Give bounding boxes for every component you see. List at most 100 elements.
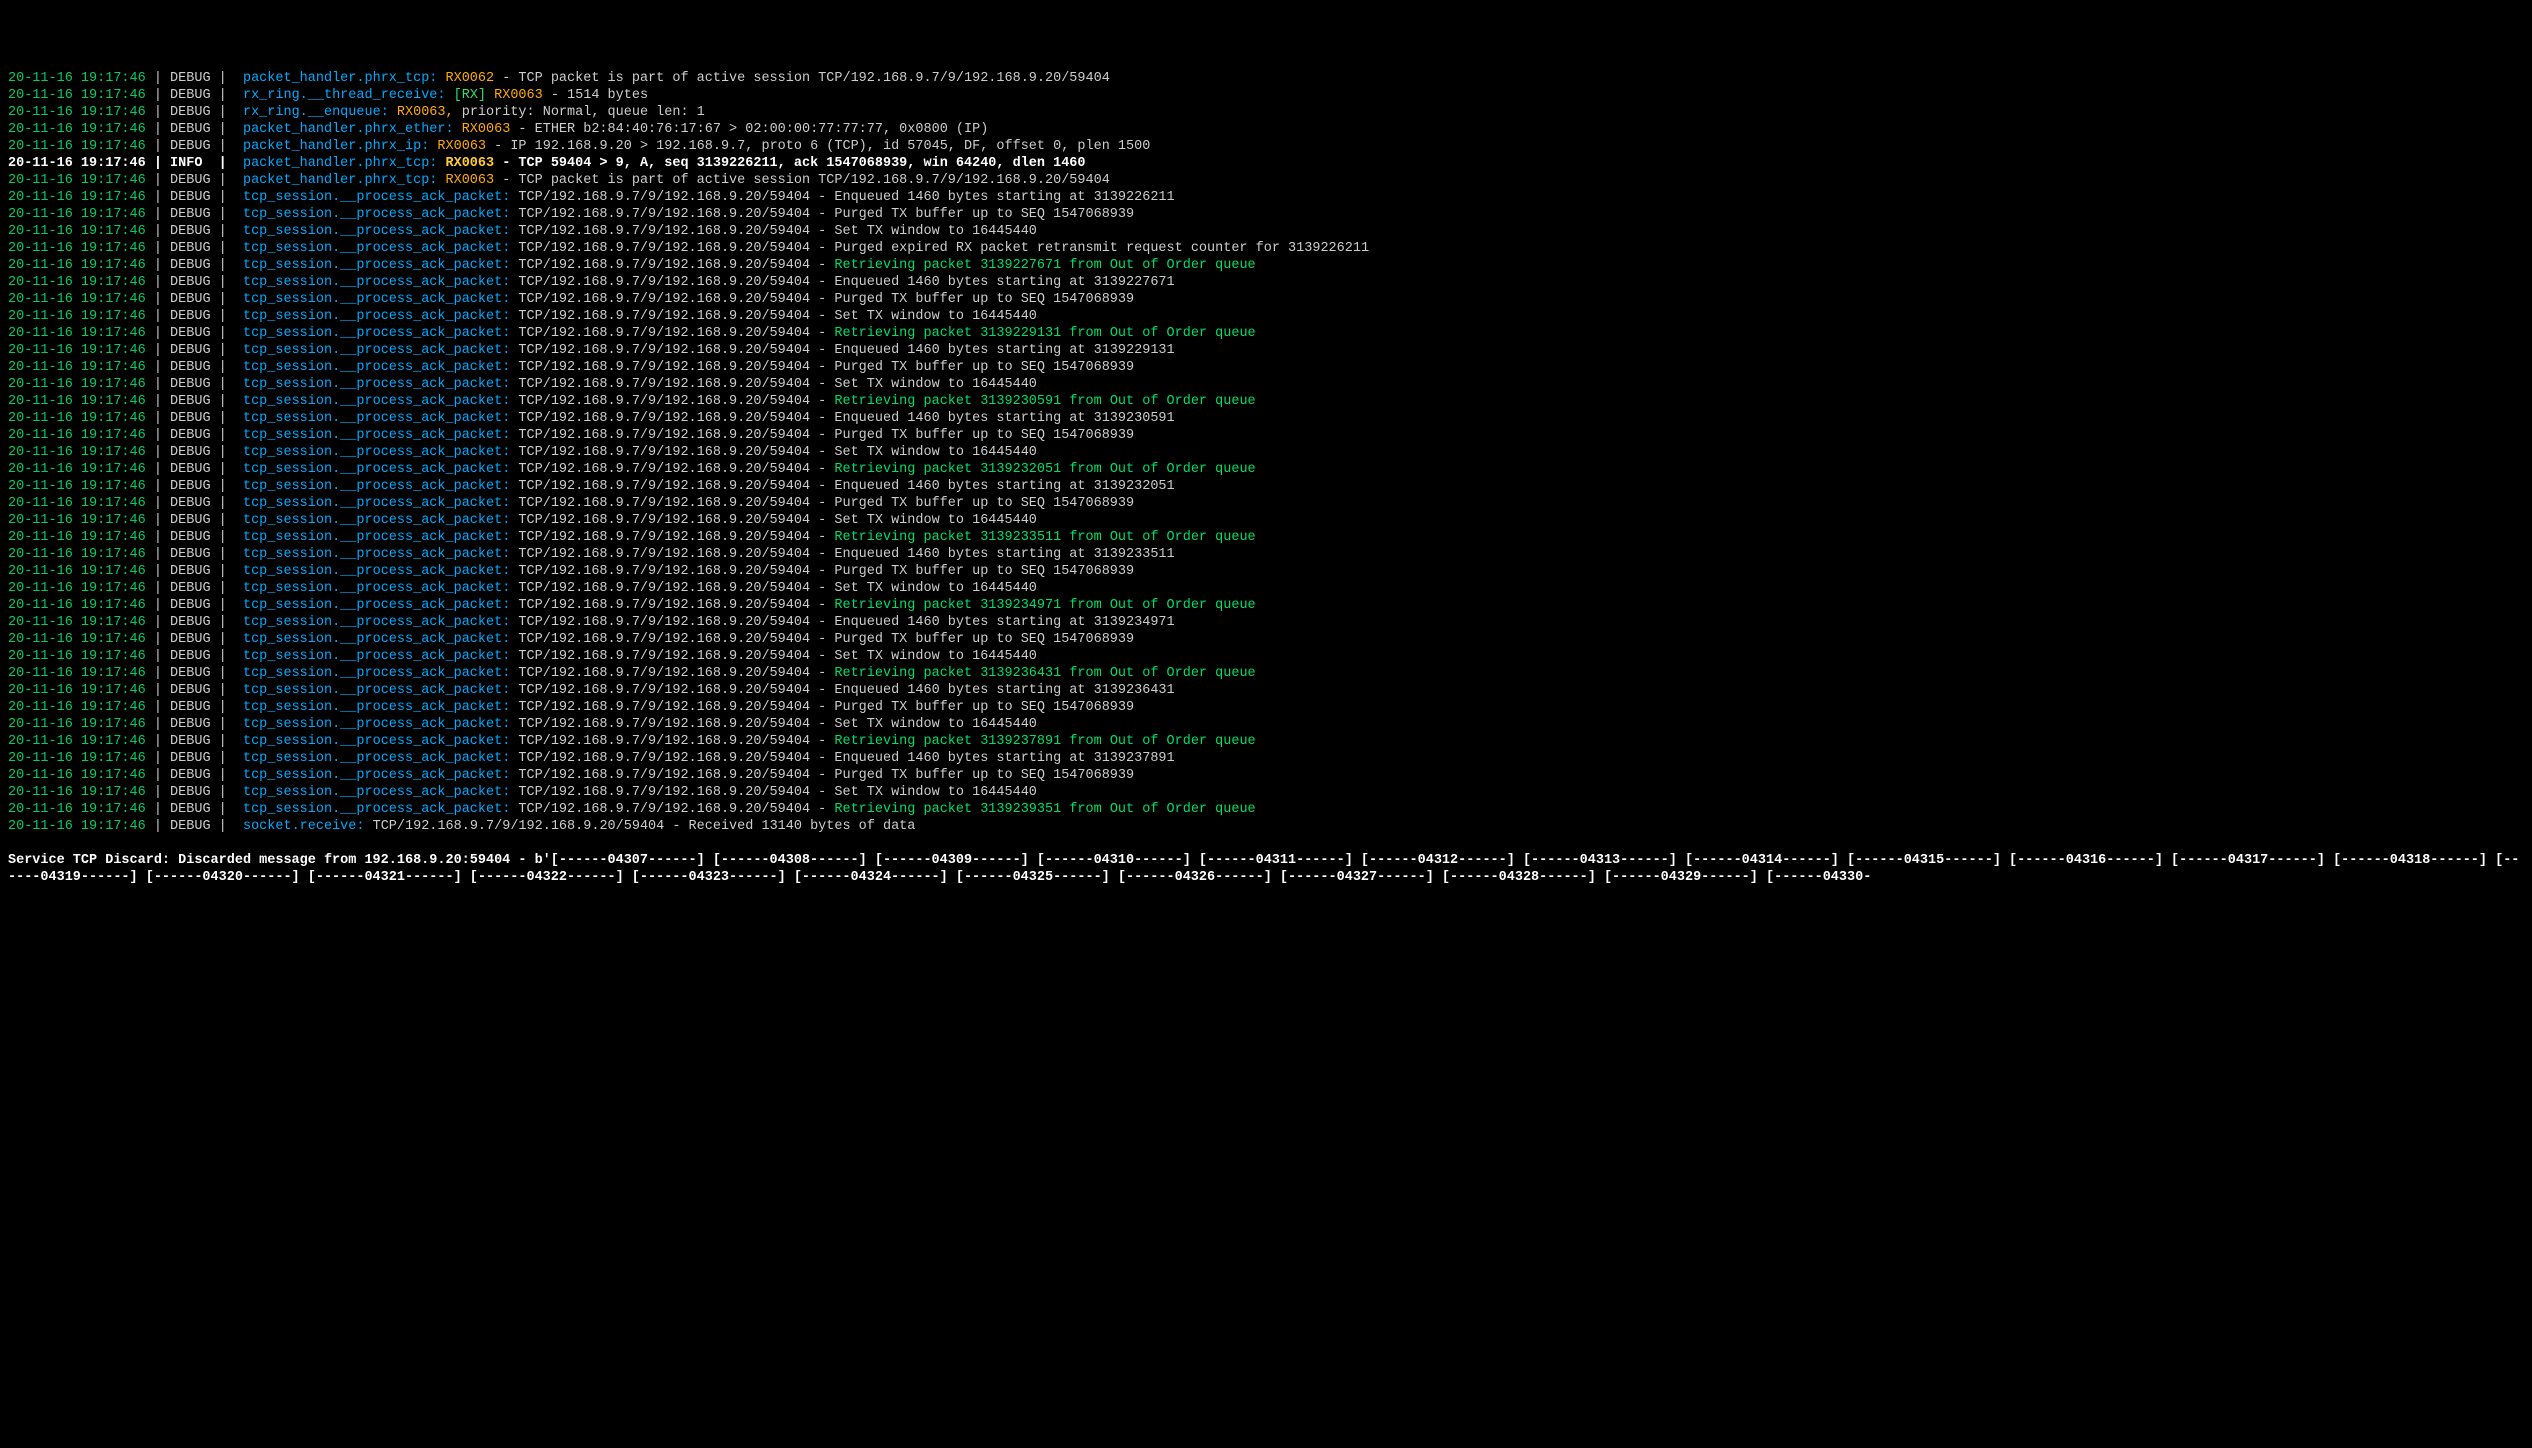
log-level: DEBUG: [170, 479, 211, 494]
separator: |: [146, 394, 170, 409]
separator: |: [146, 445, 170, 460]
log-message: TCP/192.168.9.7/9/192.168.9.20/59404 - P…: [510, 496, 1134, 511]
discard-footer: Service TCP Discard: Discarded message f…: [8, 852, 2524, 886]
separator: |: [211, 360, 243, 375]
log-line: 20-11-16 19:17:46 | DEBUG | tcp_session.…: [8, 699, 2524, 716]
separator: |: [211, 530, 243, 545]
timestamp: 20-11-16 19:17:46: [8, 394, 146, 409]
log-message: TCP/192.168.9.7/9/192.168.9.20/59404 - S…: [510, 224, 1037, 239]
log-message-highlight: Retrieving packet 3139237891 from Out of…: [834, 734, 1255, 749]
log-source: tcp_session.__process_ack_packet:: [243, 751, 510, 766]
timestamp: 20-11-16 19:17:46: [8, 88, 146, 103]
separator: |: [146, 530, 170, 545]
rx-id: RX0063: [454, 122, 519, 137]
timestamp: 20-11-16 19:17:46: [8, 615, 146, 630]
separator: |: [211, 428, 243, 443]
separator: |: [146, 173, 170, 188]
separator: |: [211, 139, 243, 154]
log-message: - IP 192.168.9.20 > 192.168.9.7, proto 6…: [494, 139, 1150, 154]
log-message-prefix: TCP/192.168.9.7/9/192.168.9.20/59404 -: [510, 598, 834, 613]
separator: |: [211, 819, 243, 834]
log-source: tcp_session.__process_ack_packet:: [243, 785, 510, 800]
timestamp: 20-11-16 19:17:46: [8, 717, 146, 732]
log-line: 20-11-16 19:17:46 | DEBUG | tcp_session.…: [8, 546, 2524, 563]
log-line: 20-11-16 19:17:46 | DEBUG | tcp_session.…: [8, 784, 2524, 801]
log-level: DEBUG: [170, 496, 211, 511]
timestamp: 20-11-16 19:17:46: [8, 258, 146, 273]
separator: |: [211, 598, 243, 613]
log-line: 20-11-16 19:17:46 | DEBUG | tcp_session.…: [8, 733, 2524, 750]
log-source: packet_handler.phrx_ip:: [243, 139, 429, 154]
log-message: TCP/192.168.9.7/9/192.168.9.20/59404 - E…: [510, 751, 1174, 766]
log-message-prefix: TCP/192.168.9.7/9/192.168.9.20/59404 -: [510, 666, 834, 681]
log-source: tcp_session.__process_ack_packet:: [243, 479, 510, 494]
log-message: TCP/192.168.9.7/9/192.168.9.20/59404 - S…: [510, 649, 1037, 664]
log-level: DEBUG: [170, 207, 211, 222]
log-source: tcp_session.__process_ack_packet:: [243, 666, 510, 681]
log-level: DEBUG: [170, 343, 211, 358]
log-message: TCP/192.168.9.7/9/192.168.9.20/59404 - P…: [510, 768, 1134, 783]
log-output[interactable]: 20-11-16 19:17:46 | DEBUG | packet_handl…: [8, 70, 2524, 835]
separator: |: [146, 700, 170, 715]
log-line: 20-11-16 19:17:46 | DEBUG | tcp_session.…: [8, 257, 2524, 274]
log-message: TCP/192.168.9.7/9/192.168.9.20/59404 - S…: [510, 445, 1037, 460]
log-level: DEBUG: [170, 581, 211, 596]
log-level: DEBUG: [170, 377, 211, 392]
log-message: TCP/192.168.9.7/9/192.168.9.20/59404 - E…: [510, 275, 1174, 290]
log-source: tcp_session.__process_ack_packet:: [243, 513, 510, 528]
separator: |: [146, 632, 170, 647]
log-message: TCP/192.168.9.7/9/192.168.9.20/59404 - P…: [510, 241, 1369, 256]
log-line: 20-11-16 19:17:46 | DEBUG | rx_ring.__en…: [8, 104, 2524, 121]
timestamp: 20-11-16 19:17:46: [8, 496, 146, 511]
timestamp: 20-11-16 19:17:46: [8, 224, 146, 239]
log-level: DEBUG: [170, 275, 211, 290]
separator: |: [211, 666, 243, 681]
log-source: tcp_session.__process_ack_packet:: [243, 394, 510, 409]
separator: |: [211, 71, 243, 86]
separator: |: [146, 496, 170, 511]
log-message-highlight: Retrieving packet 3139233511 from Out of…: [834, 530, 1255, 545]
log-message-prefix: TCP/192.168.9.7/9/192.168.9.20/59404 -: [510, 394, 834, 409]
separator: |: [211, 258, 243, 273]
separator: |: [146, 190, 170, 205]
log-line: 20-11-16 19:17:46 | DEBUG | tcp_session.…: [8, 716, 2524, 733]
log-source: tcp_session.__process_ack_packet:: [243, 615, 510, 630]
separator: |: [211, 632, 243, 647]
log-level: DEBUG: [170, 105, 211, 120]
separator: |: [146, 343, 170, 358]
separator: |: [211, 445, 243, 460]
log-line: 20-11-16 19:17:46 | DEBUG | packet_handl…: [8, 121, 2524, 138]
rx-id: RX0063: [437, 173, 502, 188]
log-level: DEBUG: [170, 139, 211, 154]
timestamp: 20-11-16 19:17:46: [8, 632, 146, 647]
timestamp: 20-11-16 19:17:46: [8, 598, 146, 613]
log-line: 20-11-16 19:17:46 | DEBUG | tcp_session.…: [8, 648, 2524, 665]
log-source: tcp_session.__process_ack_packet:: [243, 428, 510, 443]
separator: |: [146, 156, 170, 171]
log-source: packet_handler.phrx_tcp:: [243, 156, 437, 171]
log-message-highlight: Retrieving packet 3139239351 from Out of…: [834, 802, 1255, 817]
separator: |: [211, 394, 243, 409]
log-message-prefix: TCP/192.168.9.7/9/192.168.9.20/59404 -: [510, 326, 834, 341]
timestamp: 20-11-16 19:17:46: [8, 768, 146, 783]
log-level: DEBUG: [170, 734, 211, 749]
log-message-highlight: Retrieving packet 3139229131 from Out of…: [834, 326, 1255, 341]
log-line: 20-11-16 19:17:46 | DEBUG | tcp_session.…: [8, 240, 2524, 257]
separator: |: [146, 377, 170, 392]
log-level: DEBUG: [170, 598, 211, 613]
log-line: 20-11-16 19:17:46 | DEBUG | tcp_session.…: [8, 563, 2524, 580]
separator: |: [146, 547, 170, 562]
log-message: TCP/192.168.9.7/9/192.168.9.20/59404 - P…: [510, 360, 1134, 375]
log-level: DEBUG: [170, 122, 211, 137]
log-message-highlight: Retrieving packet 3139236431 from Out of…: [834, 666, 1255, 681]
separator: |: [146, 258, 170, 273]
log-level: DEBUG: [170, 785, 211, 800]
log-line: 20-11-16 19:17:46 | DEBUG | rx_ring.__th…: [8, 87, 2524, 104]
log-level: DEBUG: [170, 819, 211, 834]
log-source: rx_ring.__thread_receive:: [243, 88, 446, 103]
log-level: DEBUG: [170, 547, 211, 562]
log-line: 20-11-16 19:17:46 | DEBUG | tcp_session.…: [8, 682, 2524, 699]
log-level: DEBUG: [170, 445, 211, 460]
log-line: 20-11-16 19:17:46 | DEBUG | tcp_session.…: [8, 342, 2524, 359]
timestamp: 20-11-16 19:17:46: [8, 326, 146, 341]
